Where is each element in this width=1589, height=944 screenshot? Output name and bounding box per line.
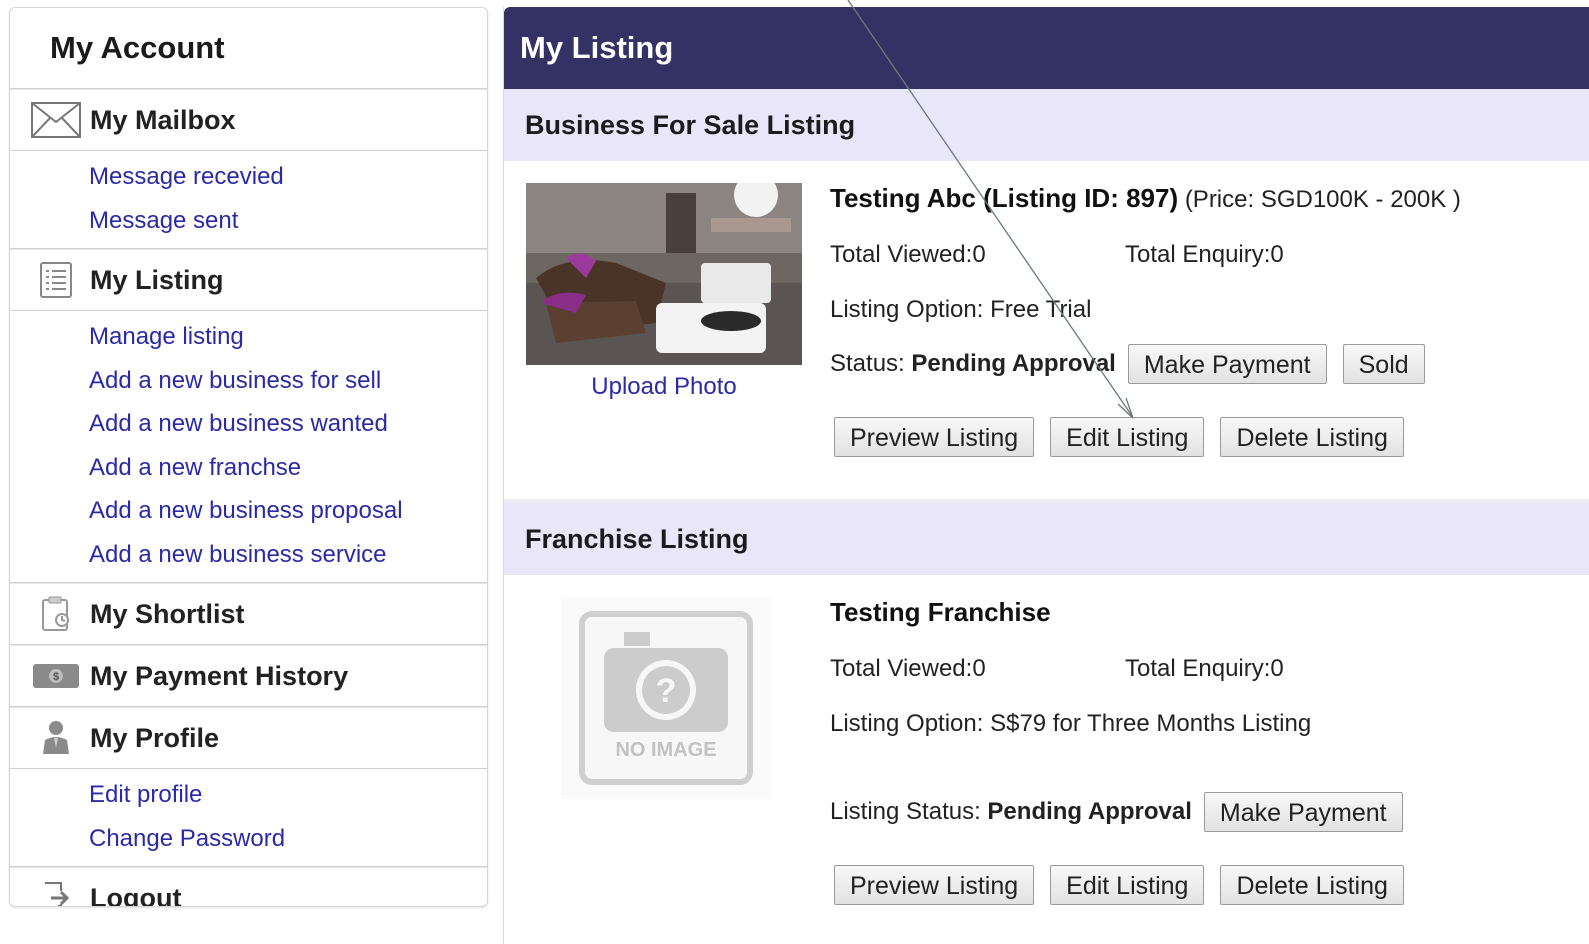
sidebar-item-label: My Profile [90, 722, 220, 753]
sidebar-item-listing[interactable]: My Listing [10, 249, 487, 311]
edit-profile-link[interactable]: Edit profile [10, 773, 487, 817]
sidebar-item-label: My Listing [90, 264, 224, 295]
main-content: My Listing Business For Sale Listing Upl… [503, 7, 1589, 944]
manage-listing-link[interactable]: Manage listing [10, 315, 487, 359]
list-icon [26, 250, 86, 310]
franchise-info: Testing Franchise Total Viewed:0 Total E… [830, 597, 1589, 905]
person-icon [26, 708, 86, 768]
franchise-total-enquiry: Total Enquiry:0 [1125, 655, 1284, 682]
svg-text:?: ? [656, 672, 677, 710]
no-image-placeholder[interactable]: ? [561, 597, 771, 799]
sidebar-item-label: Logout [90, 882, 182, 907]
listing-name: Testing Abc (Listing ID: 897) [830, 183, 1179, 213]
add-business-service-link[interactable]: Add a new business service [10, 533, 487, 577]
add-franchise-link[interactable]: Add a new franchse [10, 446, 487, 490]
sidebar-item-label: My Mailbox [90, 104, 236, 135]
no-image-label: NO IMAGE [615, 739, 717, 761]
franchise-total-viewed: Total Viewed:0 [830, 655, 986, 682]
business-listing: Upload Photo Testing Abc (Listing ID: 89… [504, 161, 1589, 499]
money-icon: $ [26, 646, 86, 706]
franchise-make-payment-button[interactable]: Make Payment [1203, 792, 1403, 832]
listing-price: (Price: SGD100K - 200K ) [1184, 186, 1461, 213]
sidebar-item-logout[interactable]: Logout [10, 867, 487, 907]
account-sidebar: My Account My Mailbox Message recevied M… [9, 7, 488, 907]
total-enquiry: Total Enquiry:0 [1125, 241, 1284, 268]
make-payment-button[interactable]: Make Payment [1127, 344, 1327, 384]
franchise-status-value: Pending Approval [987, 798, 1192, 825]
edit-listing-button[interactable]: Edit Listing [1050, 417, 1205, 457]
franchise-listing-option: Listing Option: S$79 for Three Months Li… [830, 710, 1312, 737]
total-viewed: Total Viewed:0 [830, 241, 986, 268]
franchise-section-title: Franchise Listing [504, 503, 1589, 575]
sidebar-item-label: My Payment History [90, 660, 349, 691]
listing-photo[interactable] [526, 183, 802, 365]
add-business-wanted-link[interactable]: Add a new business wanted [10, 402, 487, 446]
sold-button[interactable]: Sold [1342, 344, 1425, 384]
listing-photo-column: Upload Photo [526, 183, 802, 401]
delete-listing-button[interactable]: Delete Listing [1220, 417, 1404, 457]
sidebar-item-profile[interactable]: My Profile [10, 707, 487, 769]
listing-links: Manage listing Add a new business for se… [10, 311, 487, 583]
status-label: Status: [830, 350, 905, 377]
sidebar-item-mailbox[interactable]: My Mailbox [10, 89, 487, 151]
message-received-link[interactable]: Message recevied [10, 155, 487, 199]
message-sent-link[interactable]: Message sent [10, 199, 487, 243]
svg-text:$: $ [53, 671, 59, 683]
mailbox-links: Message recevied Message sent [10, 151, 487, 249]
franchise-listing: ? NO IMAGE Testing Franchise Total Viewe… [504, 575, 1589, 935]
listing-option: Listing Option: Free Trial [830, 296, 1092, 323]
logout-icon [26, 868, 86, 906]
clipboard-icon [26, 584, 86, 644]
franchise-preview-listing-button[interactable]: Preview Listing [834, 865, 1035, 905]
franchise-delete-listing-button[interactable]: Delete Listing [1220, 865, 1404, 905]
sidebar-item-payment-history[interactable]: $ My Payment History [10, 645, 487, 707]
preview-listing-button[interactable]: Preview Listing [834, 417, 1035, 457]
business-info: Testing Abc (Listing ID: 897) (Price: SG… [830, 183, 1589, 457]
upload-photo-link[interactable]: Upload Photo [591, 373, 736, 400]
sidebar-item-shortlist[interactable]: My Shortlist [10, 583, 487, 645]
profile-links: Edit profile Change Password [10, 769, 487, 867]
change-password-link[interactable]: Change Password [10, 817, 487, 861]
franchise-edit-listing-button[interactable]: Edit Listing [1050, 865, 1205, 905]
sidebar-item-label: My Shortlist [90, 598, 245, 629]
envelope-icon [26, 90, 86, 150]
status-value: Pending Approval [911, 350, 1116, 377]
franchise-name: Testing Franchise [830, 597, 1051, 627]
franchise-status-label: Listing Status: [830, 798, 981, 825]
franchise-photo-column: ? NO IMAGE [526, 597, 802, 799]
page-title: My Listing [504, 7, 1589, 89]
add-business-sell-link[interactable]: Add a new business for sell [10, 359, 487, 403]
business-section-title: Business For Sale Listing [504, 89, 1589, 161]
sidebar-title: My Account [10, 8, 487, 89]
add-business-proposal-link[interactable]: Add a new business proposal [10, 489, 487, 533]
